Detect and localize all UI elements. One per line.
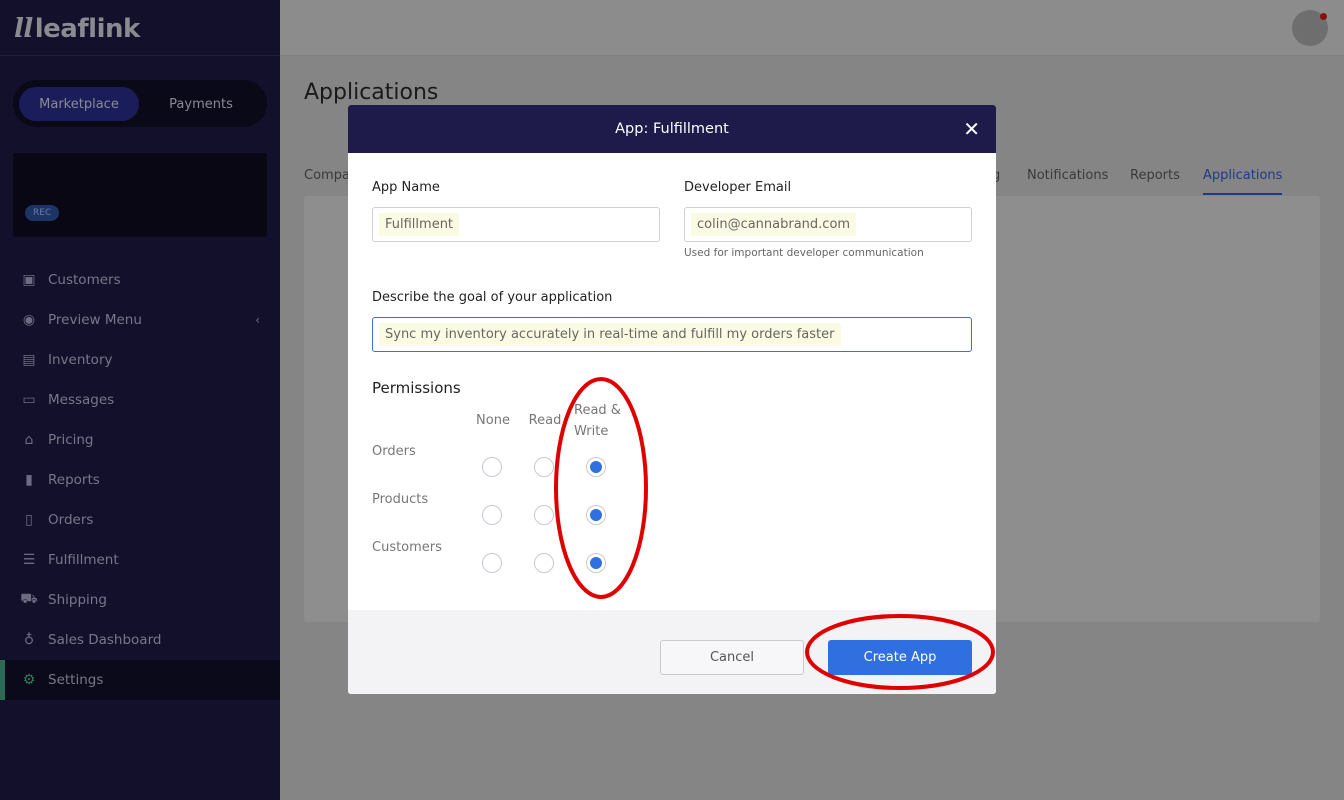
row-orders-label: Orders (372, 444, 416, 459)
cancel-button[interactable]: Cancel (660, 640, 804, 675)
tab-company[interactable]: Compa (304, 168, 350, 183)
row-customers-label: Customers (372, 540, 442, 555)
divider (0, 55, 280, 56)
sidebar-item-sales-dashboard[interactable]: ♁ Sales Dashboard (0, 620, 280, 660)
sidebar-item-label: Inventory (48, 352, 113, 368)
sidebar-item-pricing[interactable]: ⌂ Pricing (0, 420, 280, 460)
chevron-left-icon[interactable]: ‹ (255, 313, 260, 327)
gear-icon: ⚙ (22, 672, 36, 688)
modal-title: App: Fulfillment (615, 121, 729, 137)
marketplace-payments-toggle: Marketplace Payments (13, 80, 267, 127)
sidebar-item-preview-menu[interactable]: ◉ Preview Menu ‹ (0, 300, 280, 340)
permissions-heading: Permissions (372, 379, 461, 397)
sidebar-item-label: Shipping (48, 592, 107, 608)
products-read-write-radio[interactable] (586, 505, 606, 525)
sidebar-item-label: Customers (48, 272, 121, 288)
sidebar-item-label: Pricing (48, 432, 94, 448)
modal-footer: Cancel Create App (348, 610, 996, 694)
eye-icon: ◉ (22, 312, 36, 328)
sidebar-item-label: Reports (48, 472, 100, 488)
bar-chart-icon: ▮ (25, 472, 33, 488)
sidebar-item-reports[interactable]: ▮ Reports (0, 460, 280, 500)
sidebar-item-label: Preview Menu (48, 312, 142, 328)
row-products-label: Products (372, 492, 429, 507)
close-icon[interactable]: ✕ (963, 117, 980, 141)
rec-badge: REC (25, 205, 60, 221)
app-name-input[interactable]: Fulfillment (372, 207, 660, 242)
developer-email-label: Developer Email (684, 180, 792, 195)
list-icon: ☰ (22, 552, 36, 568)
email-value: colin@cannabrand.com (691, 213, 857, 236)
notification-dot (1320, 13, 1327, 20)
sidebar-item-orders[interactable]: ▯ Orders (0, 500, 280, 540)
app-name-value: Fulfillment (379, 213, 460, 236)
sidebar-item-settings[interactable]: ⚙ Settings (0, 660, 280, 700)
customers-none-radio[interactable] (482, 553, 502, 573)
sidebar-item-label: Fulfillment (48, 552, 119, 568)
lightbulb-icon: ♁ (23, 632, 35, 648)
sidebar-item-label: Sales Dashboard (48, 632, 162, 648)
truck-icon: ⛟ (20, 591, 38, 607)
tab-applications[interactable]: Applications (1203, 168, 1283, 195)
create-app-button[interactable]: Create App (828, 640, 972, 675)
payments-toggle[interactable]: Payments (141, 87, 261, 121)
column-none: None (476, 413, 510, 428)
goal-input[interactable]: Sync my inventory accurately in real-tim… (372, 317, 972, 352)
message-icon: ▭ (22, 392, 36, 408)
sidebar-item-label: Orders (48, 512, 94, 528)
orders-none-radio[interactable] (482, 457, 502, 477)
sidebar-item-customers[interactable]: ▣ Customers (0, 260, 280, 300)
column-read: Read (528, 413, 562, 428)
goal-value: Sync my inventory accurately in real-tim… (379, 323, 841, 346)
products-read-radio[interactable] (534, 505, 554, 525)
sidebar-item-label: Settings (48, 672, 104, 688)
sidebar-item-messages[interactable]: ▭ Messages (0, 380, 280, 420)
page-title: Applications (304, 80, 439, 105)
contact-icon: ▣ (22, 272, 36, 288)
top-bar (280, 0, 1344, 56)
customers-read-write-radio[interactable] (586, 553, 606, 573)
customers-read-radio[interactable] (534, 553, 554, 573)
orders-read-write-radio[interactable] (586, 457, 606, 477)
company-card[interactable]: REC (13, 153, 267, 237)
modal-header: App: Fulfillment ✕ (348, 105, 996, 153)
products-none-radio[interactable] (482, 505, 502, 525)
document-icon: ▯ (25, 512, 33, 528)
app-modal: App: Fulfillment ✕ App Name Fulfillment … (348, 105, 996, 694)
email-help-text: Used for important developer communicati… (684, 247, 924, 259)
tag-icon: ⌂ (24, 432, 34, 448)
sidebar-item-label: Messages (48, 392, 115, 408)
developer-email-input[interactable]: colin@cannabrand.com (684, 207, 972, 242)
goal-label: Describe the goal of your application (372, 290, 613, 305)
marketplace-toggle[interactable]: Marketplace (19, 87, 139, 121)
app-name-label: App Name (372, 180, 440, 195)
sidebar-nav: ▣ Customers ◉ Preview Menu ‹ ▤ Inventory ▭ Me… (0, 260, 280, 700)
sidebar-item-inventory[interactable]: ▤ Inventory (0, 340, 280, 380)
leaflink-logo[interactable]: llleaflink (14, 14, 140, 44)
sidebar-item-fulfillment[interactable]: ☰ Fulfillment (0, 540, 280, 580)
column-read-write: Read & Write (574, 403, 621, 439)
orders-read-radio[interactable] (534, 457, 554, 477)
tab-reports[interactable]: Reports (1130, 168, 1180, 183)
clipboard-icon: ▤ (22, 352, 36, 368)
sidebar-item-shipping[interactable]: ⛟ Shipping (0, 580, 280, 620)
sidebar: llleaflink Marketplace Payments REC ▣ Cus… (0, 0, 280, 800)
tab-notifications[interactable]: Notifications (1027, 168, 1108, 183)
